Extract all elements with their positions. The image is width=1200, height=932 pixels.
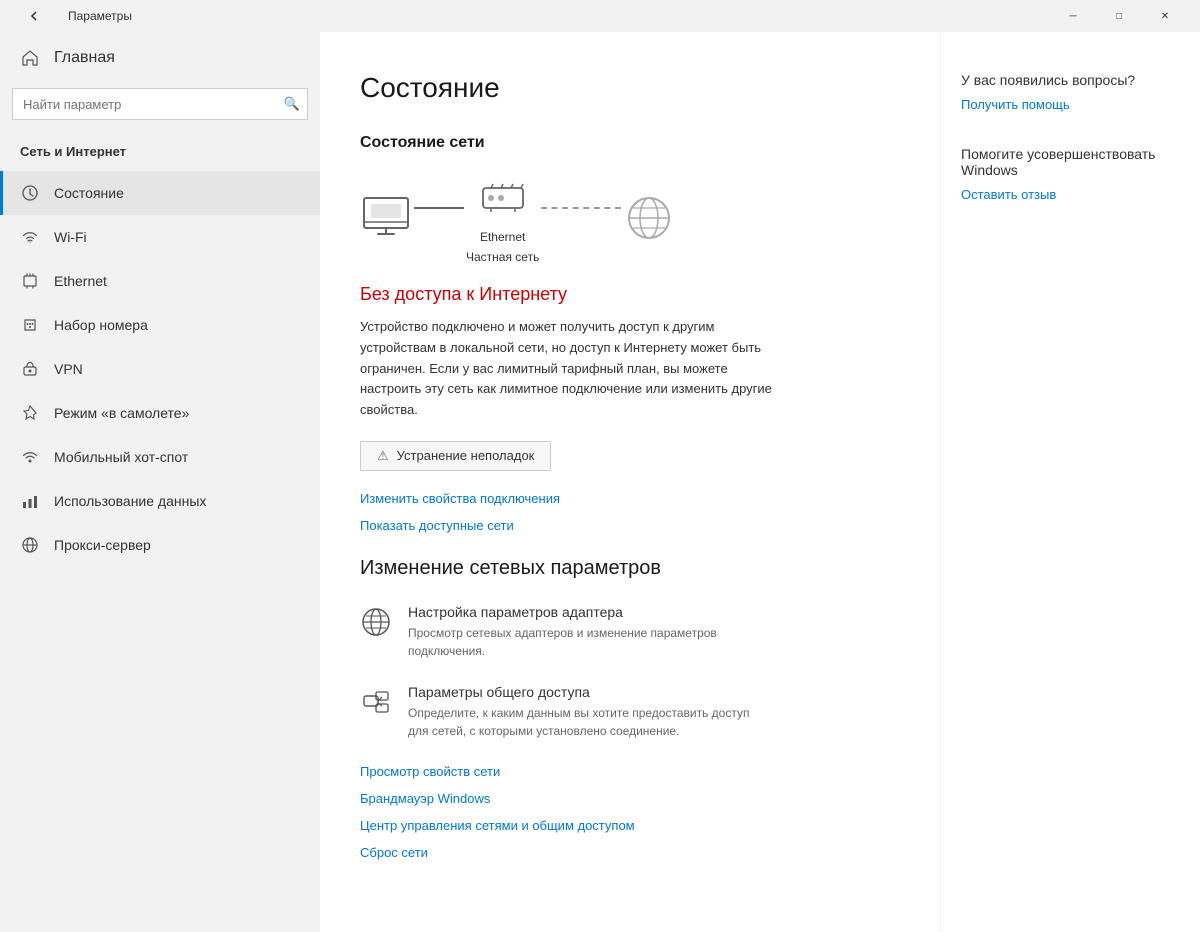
computer-icon-group: [360, 192, 412, 244]
sidebar-item-datausage[interactable]: Использование данных: [0, 479, 320, 523]
adapter-settings-item[interactable]: Настройка параметров адаптера Просмотр с…: [360, 604, 880, 660]
ethernet-icon: [20, 271, 40, 291]
sidebar-item-ethernet[interactable]: Ethernet: [0, 259, 320, 303]
change-properties-link[interactable]: Изменить свойства подключения: [360, 491, 880, 506]
network-diagram: Ethernet Частная сеть: [360, 172, 880, 264]
titlebar-left: Параметры: [12, 0, 132, 32]
hotspot-icon: [20, 447, 40, 467]
search-input[interactable]: [12, 88, 308, 120]
sidebar-item-status-label: Состояние: [54, 185, 124, 201]
sidebar-item-wifi[interactable]: Wi-Fi: [0, 215, 320, 259]
maximize-button[interactable]: □: [1096, 0, 1142, 32]
sidebar-item-dialup[interactable]: Набор номера: [0, 303, 320, 347]
sidebar-item-vpn-label: VPN: [54, 361, 83, 377]
right-panel: У вас появились вопросы? Получить помощь…: [940, 32, 1200, 932]
sidebar-item-proxy[interactable]: Прокси-сервер: [0, 523, 320, 567]
line-dashed: [541, 207, 621, 209]
sidebar-item-vpn[interactable]: VPN: [0, 347, 320, 391]
datausage-icon: [20, 491, 40, 511]
feedback-section: Помогите усовершенствовать Windows Остав…: [961, 146, 1180, 204]
titlebar: Параметры ─ □ ✕: [0, 0, 1200, 32]
sharing-settings-item[interactable]: Параметры общего доступа Определите, к к…: [360, 684, 880, 740]
sharing-settings-desc: Определите, к каким данным вы хотите пре…: [408, 704, 768, 740]
vpn-icon: [20, 359, 40, 379]
adapter-settings-desc: Просмотр сетевых адаптеров и изменение п…: [408, 624, 768, 660]
status-description: Устройство подключено и может получить д…: [360, 317, 780, 421]
help-link[interactable]: Получить помощь: [961, 97, 1070, 112]
network-center-link[interactable]: Центр управления сетями и общим доступом: [360, 818, 880, 833]
search-icon: 🔍: [284, 96, 300, 112]
sidebar-item-dialup-label: Набор номера: [54, 317, 148, 333]
sidebar-item-airplane[interactable]: Режим «в самолете»: [0, 391, 320, 435]
sidebar-home-button[interactable]: Главная: [0, 32, 320, 84]
sidebar-item-wifi-label: Wi-Fi: [54, 229, 87, 245]
status-icon: [20, 183, 40, 203]
troubleshoot-button[interactable]: ⚠ Устранение неполадок: [360, 441, 551, 471]
page-title: Состояние: [360, 72, 880, 104]
titlebar-title: Параметры: [68, 9, 132, 23]
sharing-settings-text: Параметры общего доступа Определите, к к…: [408, 684, 768, 740]
proxy-icon: [20, 535, 40, 555]
sidebar-item-ethernet-label: Ethernet: [54, 273, 107, 289]
sidebar-item-status[interactable]: Состояние: [0, 171, 320, 215]
sidebar-item-hotspot-label: Мобильный хот-спот: [54, 449, 188, 465]
adapter-settings-title: Настройка параметров адаптера: [408, 604, 768, 620]
sidebar-item-hotspot[interactable]: Мобильный хот-спот: [0, 435, 320, 479]
sidebar-item-airplane-label: Режим «в самолете»: [54, 405, 189, 421]
questions-heading: У вас появились вопросы?: [961, 72, 1180, 88]
help-section: У вас появились вопросы? Получить помощь: [961, 72, 1180, 114]
dialup-icon: [20, 315, 40, 335]
troubleshoot-label: Устранение неполадок: [397, 448, 535, 463]
improve-heading: Помогите усовершенствовать Windows: [961, 146, 1180, 178]
sidebar-item-datausage-label: Использование данных: [54, 493, 206, 509]
wifi-icon: [20, 227, 40, 247]
titlebar-controls: ─ □ ✕: [1050, 0, 1188, 32]
change-settings-title: Изменение сетевых параметров: [360, 557, 880, 580]
view-properties-link[interactable]: Просмотр свойств сети: [360, 764, 880, 779]
sharing-settings-title: Параметры общего доступа: [408, 684, 768, 700]
home-icon: [20, 48, 40, 68]
main-content: Состояние Состояние сети: [320, 32, 940, 932]
warning-icon: ⚠: [377, 448, 389, 464]
sidebar-search[interactable]: 🔍: [12, 88, 308, 120]
app-container: Главная 🔍 Сеть и Интернет Состояние: [0, 32, 1200, 932]
back-button[interactable]: [12, 0, 58, 32]
reset-link[interactable]: Сброс сети: [360, 845, 880, 860]
show-networks-link[interactable]: Показать доступные сети: [360, 518, 880, 533]
ethernet-network-label: Ethernet: [480, 230, 525, 244]
globe-icon-group: [623, 192, 675, 244]
sidebar: Главная 🔍 Сеть и Интернет Состояние: [0, 32, 320, 932]
feedback-link[interactable]: Оставить отзыв: [961, 187, 1056, 202]
network-status-title: Состояние сети: [360, 134, 880, 152]
adapter-icon: [360, 606, 392, 638]
airplane-icon: [20, 403, 40, 423]
sharing-icon: [360, 686, 392, 718]
no-internet-label: Без доступа к Интернету: [360, 284, 880, 305]
private-network-label: Частная сеть: [466, 250, 539, 264]
firewall-link[interactable]: Брандмауэр Windows: [360, 791, 880, 806]
close-button[interactable]: ✕: [1142, 0, 1188, 32]
line-solid: [414, 207, 464, 209]
adapter-settings-text: Настройка параметров адаптера Просмотр с…: [408, 604, 768, 660]
home-label: Главная: [54, 49, 115, 67]
sidebar-item-proxy-label: Прокси-сервер: [54, 537, 151, 553]
minimize-button[interactable]: ─: [1050, 0, 1096, 32]
sidebar-section-title: Сеть и Интернет: [0, 136, 320, 171]
router-icon-group: Ethernet Частная сеть: [466, 172, 539, 264]
